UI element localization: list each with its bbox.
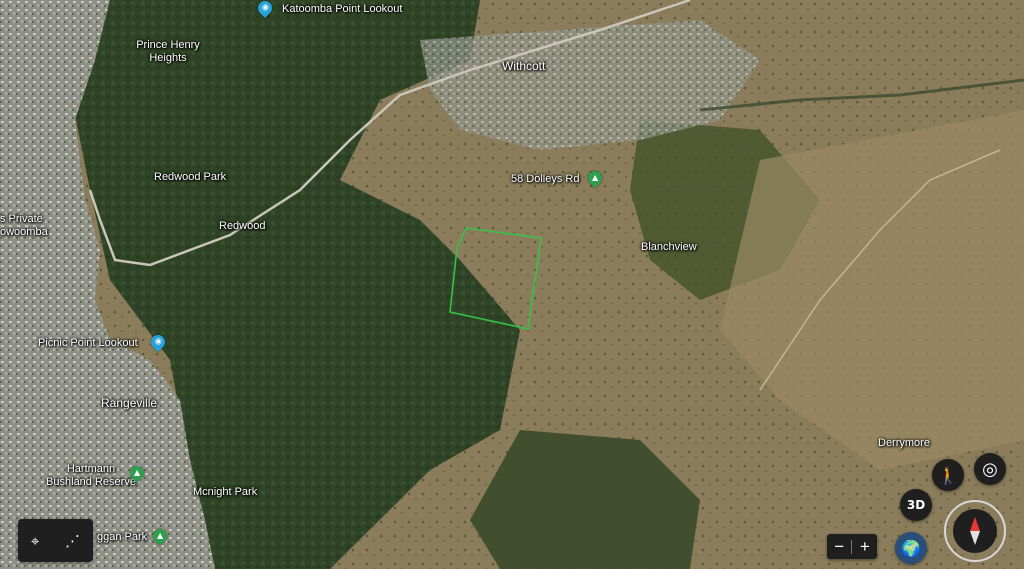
camera-icon: ◉	[261, 3, 269, 13]
tree-icon: ▲	[156, 531, 164, 540]
zoom-in-button[interactable]: +	[853, 537, 877, 557]
satellite-map[interactable]	[0, 0, 1024, 569]
globe-icon[interactable]: 🌍	[895, 532, 927, 564]
tree-icon: ▲	[591, 173, 599, 182]
compass-icon[interactable]	[944, 500, 1006, 562]
zoom-control: − +	[827, 534, 877, 559]
compass-needle	[970, 517, 980, 545]
place-label[interactable]: Picnic Point Lookout	[38, 337, 138, 350]
map-tools-panel: ⌖ ⋰	[18, 519, 93, 562]
place-label[interactable]: Redwood Park	[154, 171, 226, 184]
location-pin-icon[interactable]: ⌖	[31, 532, 39, 550]
3d-toggle-button[interactable]: 3D	[900, 489, 932, 521]
place-label[interactable]: Blanchview	[641, 241, 697, 254]
my-location-icon[interactable]: ◎	[974, 453, 1006, 485]
pegman-icon[interactable]: 🚶	[932, 459, 964, 491]
tree-icon: ▲	[133, 468, 141, 477]
place-label[interactable]: Mcnight Park	[193, 486, 257, 499]
place-label[interactable]: Withcott	[502, 60, 545, 73]
place-label[interactable]: Hartmann Bushland Reserve	[46, 463, 136, 489]
place-label[interactable]: 58 Dolleys Rd	[511, 173, 579, 186]
place-label[interactable]: ggan Park	[97, 531, 147, 544]
place-label[interactable]: Derrymore	[878, 437, 930, 450]
compass-dial	[953, 509, 997, 553]
place-label[interactable]: Katoomba Point Lookout	[282, 3, 402, 16]
place-label[interactable]: Rangeville	[101, 397, 157, 410]
place-label[interactable]: s Private owoomba	[0, 213, 60, 239]
path-measure-icon[interactable]: ⋰	[65, 532, 80, 550]
place-label[interactable]: Prince Henry Heights	[128, 39, 208, 65]
zoom-out-button[interactable]: −	[827, 537, 851, 557]
camera-icon: ◉	[154, 337, 162, 347]
place-label[interactable]: Redwood	[219, 220, 265, 233]
